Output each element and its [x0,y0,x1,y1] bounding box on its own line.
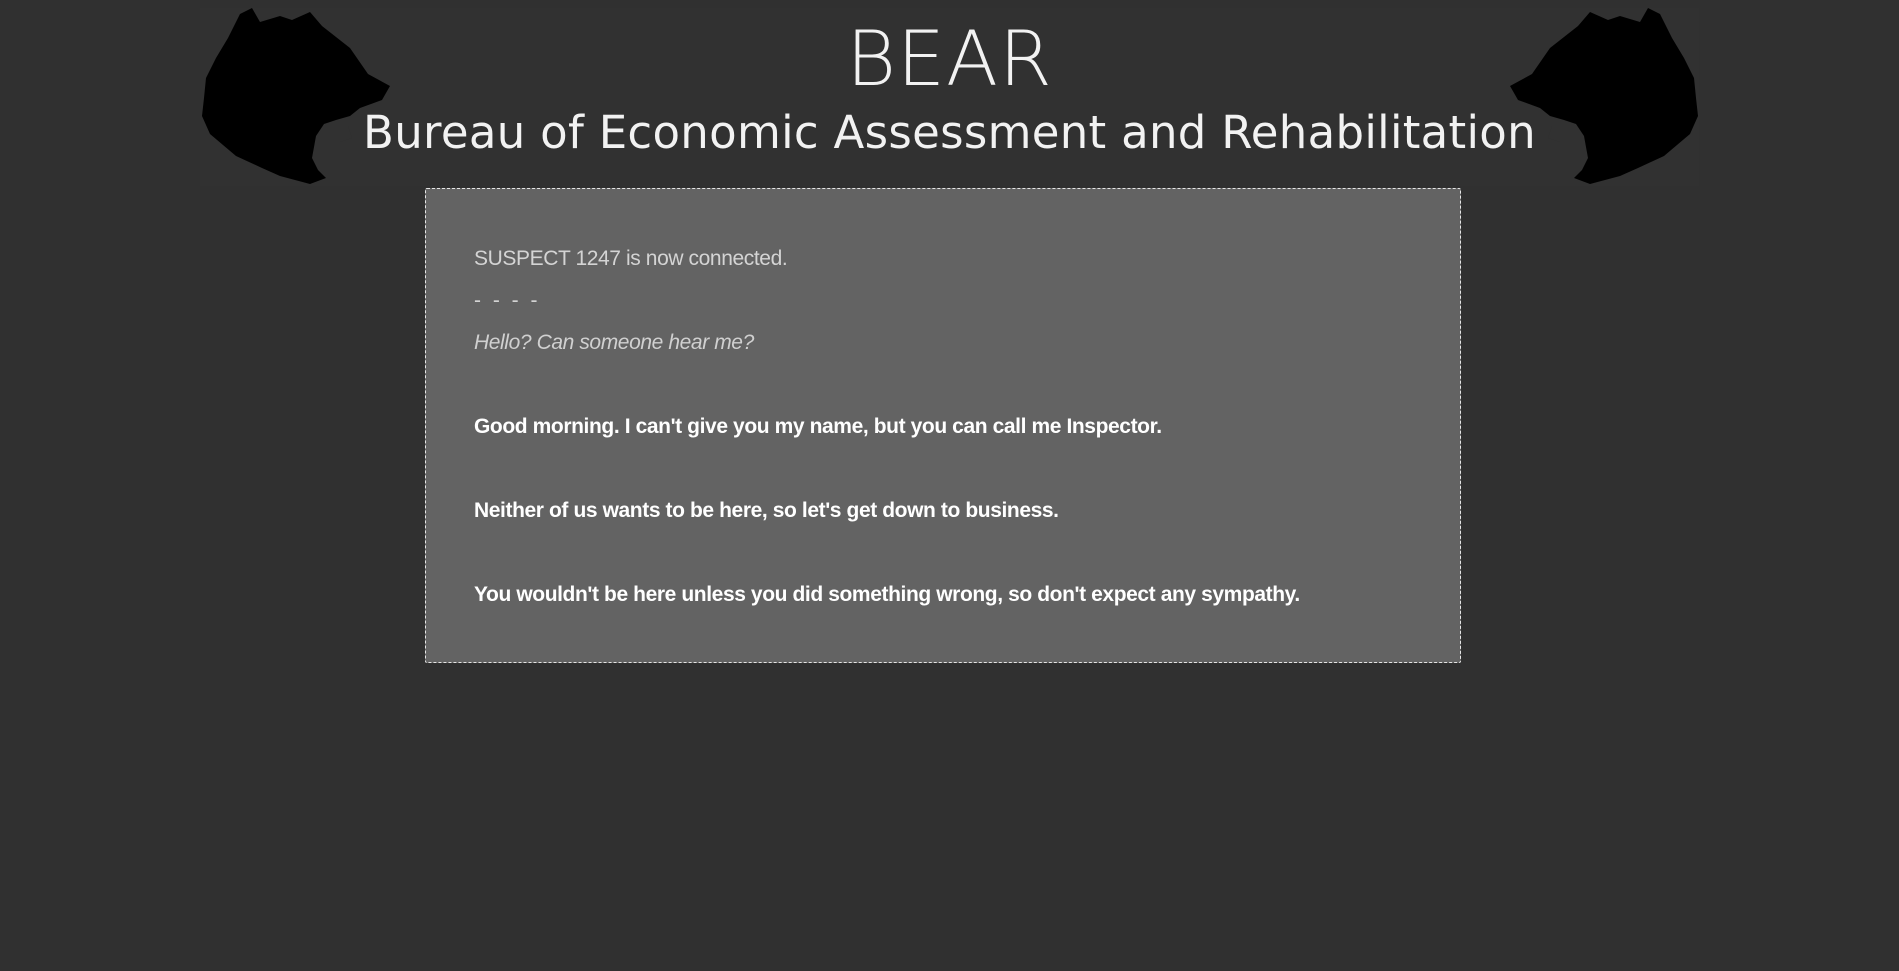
system-message: SUSPECT 1247 is now connected. [474,247,788,270]
page: BEAR Bureau of Economic Assessment and R… [0,0,1899,971]
inspector-message: You wouldn't be here unless you did some… [474,583,1300,606]
page-subtitle: Bureau of Economic Assessment and Rehabi… [363,106,1536,159]
chat-panel: SUSPECT 1247 is now connected. - - - - H… [425,188,1461,663]
suspect-message: Hello? Can someone hear me? [474,331,754,354]
message-separator: - - - - [474,289,541,312]
inspector-message: Good morning. I can't give you my name, … [474,415,1162,438]
page-title: BEAR [846,14,1053,103]
inspector-message: Neither of us wants to be here, so let's… [474,499,1059,522]
